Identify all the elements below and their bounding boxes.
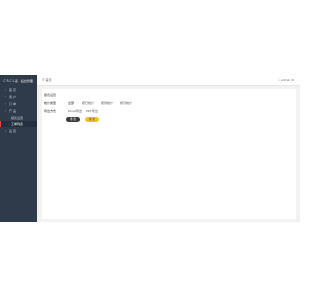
reset-button[interactable]: 重 置 <box>66 117 80 122</box>
tab-pdf-export[interactable]: PDF导出 <box>86 108 98 114</box>
home-icon: ◦ <box>4 88 7 92</box>
gear-icon[interactable]: ⚙ <box>291 78 294 82</box>
tab-excel-export[interactable]: Excel导出 <box>68 108 82 114</box>
breadcrumb: ☰ 首页 <box>42 78 52 82</box>
sidebar-item-products[interactable]: ◦ 产 品 <box>0 108 37 114</box>
topbar-actions: ⛶ admin ⚙ <box>278 78 294 82</box>
main-panel: 报表设置 统计类型 全部 按日统计 按周统计 按月统计 导出方式 Excel导出… <box>42 89 296 219</box>
sidebar-item-settings[interactable]: ◦ 设 置 <box>0 128 37 134</box>
fullscreen-icon[interactable]: ⛶ <box>278 78 280 82</box>
users-icon: ◦ <box>4 95 7 99</box>
sidebar: ＣＳＣＬ系 · 后台管理 ◦ 首 页 ◦ 用 户 ◦ 订 单 ◦ 产 品 · 报… <box>0 75 37 222</box>
sidebar-item-label: 订 单 <box>9 102 16 106</box>
sidebar-title: ＣＳＣＬ系 · 后台管理 <box>3 79 33 83</box>
orders-icon: ◦ <box>4 102 7 106</box>
stat-type-label: 统计类型 <box>44 101 57 105</box>
page-title: 报表设置 <box>44 93 57 97</box>
stat-type-row: 统计类型 全部 按日统计 按周统计 按月统计 <box>44 100 174 106</box>
sidebar-item-home[interactable]: ◦ 首 页 <box>0 87 37 93</box>
tab-daily[interactable]: 按日统计 <box>82 100 94 106</box>
breadcrumb-label: 首页 <box>45 78 52 82</box>
menu-icon[interactable]: ☰ <box>42 78 45 82</box>
user-menu[interactable]: admin <box>281 78 290 82</box>
export-row: 导出方式 Excel导出 PDF导出 <box>44 108 174 114</box>
sidebar-item-label: 用 户 <box>9 95 16 99</box>
tab-monthly[interactable]: 按月统计 <box>120 100 132 106</box>
topbar: ☰ 首页 ⛶ admin ⚙ <box>37 75 300 86</box>
sidebar-item-label: 首 页 <box>9 88 16 92</box>
tab-all[interactable]: 全部 <box>68 100 74 106</box>
sidebar-item-users[interactable]: ◦ 用 户 <box>0 94 37 100</box>
submit-button[interactable]: 提 交 <box>85 117 99 122</box>
tab-weekly[interactable]: 按周统计 <box>101 100 113 106</box>
sidebar-item-label: 产 品 <box>9 109 16 113</box>
export-label: 导出方式 <box>44 109 57 113</box>
sidebar-item-orders[interactable]: ◦ 订 单 <box>0 101 37 107</box>
sidebar-item-ticket-list[interactable]: · 工单列表 <box>0 121 37 127</box>
app-window: ＣＳＣＬ系 · 后台管理 ◦ 首 页 ◦ 用 户 ◦ 订 单 ◦ 产 品 · 报… <box>0 75 300 222</box>
sidebar-item-label: 设 置 <box>9 129 16 133</box>
sidebar-item-label: 工单列表 <box>11 122 24 126</box>
bullet-icon: · <box>8 122 9 126</box>
products-icon: ◦ <box>4 109 7 113</box>
settings-icon: ◦ <box>4 129 7 133</box>
action-row: 重 置 提 交 <box>44 117 174 123</box>
